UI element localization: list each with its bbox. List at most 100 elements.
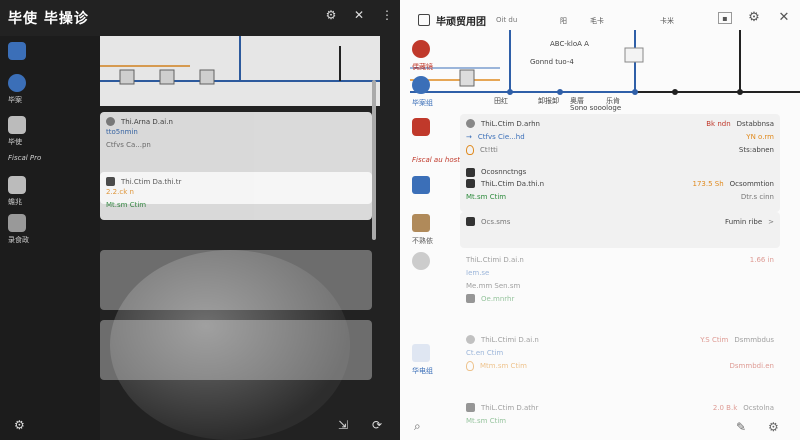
left-scrollbar[interactable]	[372, 80, 376, 240]
flow-diagram: 阳 毛卡 卡米 ABC-kloA A Gonnd tuo-4 田红 卸报卸 奥厝…	[410, 17, 800, 112]
card-text: Oe.mnrhr	[481, 294, 515, 303]
card-text: 2.2.ck n	[106, 187, 134, 196]
search-icon[interactable]: ⌕	[414, 419, 421, 434]
left-rail-item-4[interactable]: 蟾兆	[8, 176, 88, 207]
card-row: ThiL.Ctimi D.ai.n Y.S Ctim Dsmmbdus	[466, 333, 774, 346]
export-icon[interactable]: ⇲	[338, 418, 348, 432]
card-text: Mt.sm Ctim	[466, 416, 507, 425]
left-rail-item-0[interactable]	[8, 42, 88, 60]
flow-label: 毛卡	[590, 17, 604, 25]
card-text: ThiL.Ctim Da.thi.n	[481, 179, 545, 188]
right-rail-label: 华电组	[412, 367, 433, 375]
card-text: Thi.Arna D.ai.n	[121, 117, 173, 126]
card-text: Mtm.sm Ctim	[480, 361, 527, 370]
right-rail-item-1[interactable]: 毕案组	[412, 76, 433, 108]
card-row: Ctfvs Ca...pn	[100, 138, 372, 151]
left-rail-item-2[interactable]: 毕使	[8, 116, 88, 147]
card-text: Bk ndn	[706, 119, 731, 128]
settings-icon[interactable]: ⚙	[746, 10, 762, 26]
left-top-icons: ⚙ ✕ ⋮	[324, 8, 394, 22]
right-rail-label: 偶藏镜	[412, 63, 433, 71]
pen-icon[interactable]: ✎	[736, 420, 746, 434]
database-icon	[412, 176, 430, 194]
blue-bubble-icon	[8, 74, 26, 92]
card-row: tto5nmin	[100, 125, 372, 138]
card-text: Dsmmbdi.en	[729, 361, 774, 370]
left-rail: 毕案 毕使 Fiscal Pro 蟾兆 录食政	[0, 36, 100, 440]
square-icon[interactable]	[418, 14, 430, 26]
card-row: Ocs.sms Fumin ribe >	[466, 215, 774, 228]
right-rail-item-2[interactable]	[412, 118, 430, 136]
left-card-1[interactable]: Thi.Ctim Da.thi.tr 2.2.ck n Mt.sm Ctim	[100, 172, 372, 220]
status-square	[106, 177, 115, 186]
card-row: Mtm.sm Ctim Dsmmbdi.en	[466, 359, 774, 372]
left-rail-item-1[interactable]: 毕案	[8, 74, 88, 105]
task-card-1[interactable]: ThiL.Ctim Da.thi.n 173.5 Sh Ocsommtion M…	[460, 174, 780, 210]
right-rail-label: 不熟依	[412, 237, 433, 245]
flow-label: 卡米	[660, 17, 674, 25]
task-card-5[interactable]: ThiL.Ctim D.athr 2.0 B.k Ocstolna Mt.sm …	[460, 398, 780, 432]
right-panel: 毕顽贸用团 Oit du ▪ ⚙ ✕ 阳 毛卡 卡米 ABC-kloA A Go…	[400, 0, 800, 440]
right-rail-item-5[interactable]: 不熟依	[412, 214, 433, 246]
flow-sub-label: Sono sooologe	[570, 104, 622, 112]
bulb-icon	[466, 360, 474, 371]
food-icon	[412, 214, 430, 232]
card-row: Thi.Ctim Da.thi.tr	[100, 172, 372, 186]
card-text: Dstabbnsa	[736, 119, 774, 128]
card-row: 2.2.ck n	[100, 185, 372, 198]
card-text: Y.S Ctim	[700, 335, 729, 344]
blue-node-icon	[8, 42, 26, 60]
alert-icon	[412, 40, 430, 58]
card-text: Mt.sm Ctim	[106, 200, 147, 209]
task-card-3[interactable]: ThiL.Ctimi D.ai.n 1.66 in Iem.se Me.mm S…	[460, 250, 780, 310]
card-text: ThiL.Ctim D.arhn	[481, 119, 540, 128]
card-text: tto5nmin	[106, 127, 138, 136]
right-rail-item-3[interactable]: Fiscal au host	[412, 156, 460, 164]
close-icon[interactable]: ✕	[776, 10, 792, 26]
card-text: 2.0 B.k	[712, 403, 738, 412]
flow-node-label: 田红	[494, 97, 508, 105]
card-text: Ocstolna	[743, 403, 774, 412]
left-panel: 毕使 毕操诊 ⚙ ✕ ⋮ 毕案 毕使 Fiscal Pro 蟾兆 录食政 Thi…	[0, 0, 400, 440]
card-text: ThiL.Ctim D.athr	[481, 403, 539, 412]
bulb-icon	[466, 144, 474, 155]
card-row: Iem.se	[466, 266, 774, 279]
left-rail-item-5[interactable]: 录食政	[8, 214, 88, 245]
refresh-icon[interactable]: ⟳	[372, 418, 382, 432]
card-text: Sts:abnen	[738, 145, 774, 154]
card-text: Me.mm Sen.sm	[466, 281, 521, 290]
overlay-highlight	[110, 250, 350, 440]
grid-icon	[8, 176, 26, 194]
close-icon[interactable]: ✕	[352, 8, 366, 22]
window-icon[interactable]: ▪	[718, 12, 732, 24]
settings-icon[interactable]: ⚙	[14, 418, 25, 432]
card-row: Mt.sm Ctim Dtr.s cinn	[466, 190, 774, 203]
card-text: 173.5 Sh	[692, 179, 724, 188]
card-text: Mt.sm Ctim	[466, 192, 507, 201]
pen-icon	[412, 344, 430, 362]
task-card-4[interactable]: ThiL.Ctimi D.ai.n Y.S Ctim Dsmmbdus Ct.e…	[460, 330, 780, 390]
card-row: Ct!tti Sts:abnen	[466, 143, 774, 156]
card-text: Dsmmbdus	[734, 335, 774, 344]
card-text: 1.66 in	[749, 255, 774, 264]
gear-icon[interactable]: ⚙	[768, 420, 779, 434]
card-text: ThiL.Ctimi D.ai.n	[481, 335, 539, 344]
right-rail-item-7[interactable]: 华电组	[412, 344, 433, 376]
left-title: 毕使 毕操诊	[8, 11, 89, 27]
card-row: Thi.Arna D.ai.n	[100, 112, 372, 126]
grid-icon	[8, 116, 26, 134]
task-card-2[interactable]: Ocs.sms Fumin ribe >	[460, 212, 780, 248]
left-rail-label: 毕使	[8, 138, 22, 146]
gear-icon[interactable]: ⚙	[324, 8, 338, 22]
right-rail-item-0[interactable]: 偶藏镜	[412, 40, 433, 72]
card-text: Ctfvs Cie...hd	[477, 132, 525, 141]
card-row: ThiL.Ctim Da.thi.n 173.5 Sh Ocsommtion	[466, 177, 774, 190]
left-rail-label: 蟾兆	[8, 198, 22, 206]
right-rail-item-6[interactable]	[412, 252, 430, 270]
more-icon[interactable]: ⋮	[380, 8, 394, 22]
right-rail-item-4[interactable]	[412, 176, 430, 194]
left-rail-item-3[interactable]: Fiscal Pro	[8, 154, 88, 162]
card-text: ThiL.Ctimi D.ai.n	[466, 255, 524, 264]
left-rail-label: 录食政	[8, 236, 29, 244]
status-square	[466, 179, 475, 188]
